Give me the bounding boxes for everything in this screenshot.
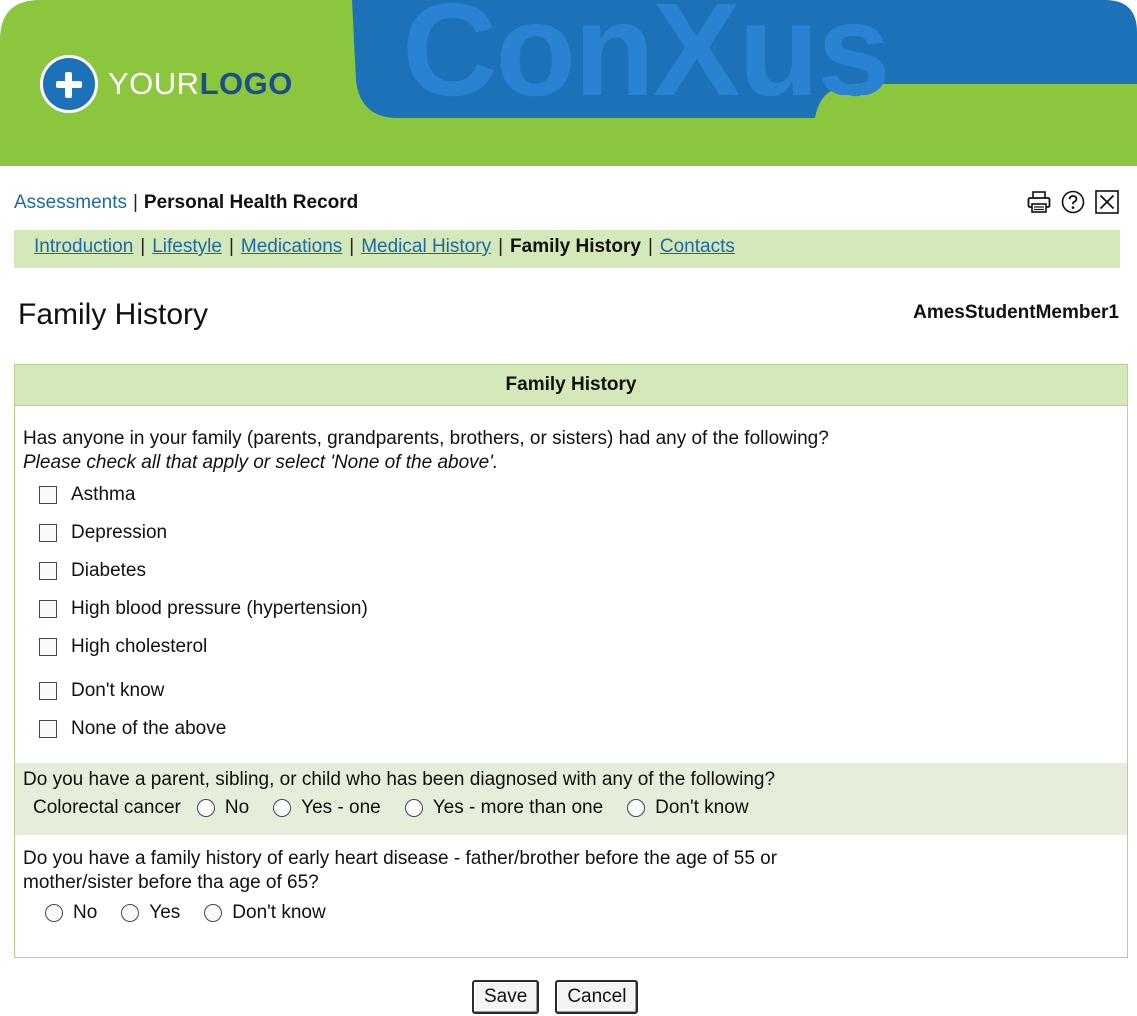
- logo-text-bold: LOGO: [199, 66, 293, 101]
- radio-colorectal-dont-know[interactable]: Don't know: [627, 797, 749, 819]
- question-family-conditions: Has anyone in your family (parents, gran…: [15, 406, 1127, 748]
- page-title: Family History: [18, 298, 209, 331]
- tab-separator: |: [349, 236, 355, 257]
- tab-separator: |: [140, 236, 146, 257]
- tab-separator: |: [228, 236, 234, 257]
- radio-button[interactable]: [196, 799, 215, 817]
- condition-checkbox-list: Asthma Depression Diabetes High blood pr…: [23, 476, 1119, 748]
- tab-contacts[interactable]: Contacts: [660, 236, 735, 257]
- tab-medical-history[interactable]: Medical History: [361, 236, 491, 257]
- checkbox[interactable]: [39, 524, 57, 542]
- checkbox-label: Diabetes: [71, 560, 146, 581]
- checkbox-label: Don't know: [71, 680, 165, 701]
- company-logo: YOURLOGO: [40, 52, 293, 116]
- radio-label: Yes: [149, 902, 181, 923]
- checkbox-depression[interactable]: Depression: [39, 514, 1119, 552]
- checkbox-diabetes[interactable]: Diabetes: [39, 552, 1119, 590]
- question-text: Has anyone in your family (parents, gran…: [23, 428, 829, 449]
- radio-button[interactable]: [404, 799, 423, 817]
- radio-label: Don't know: [655, 797, 749, 818]
- radio-button[interactable]: [121, 904, 140, 922]
- radio-colorectal-yes-one[interactable]: Yes - one: [273, 797, 381, 819]
- logo-text: YOURLOGO: [108, 66, 293, 102]
- question-text: Do you have a parent, sibling, or child …: [23, 769, 776, 790]
- save-button[interactable]: Save: [472, 980, 540, 1014]
- logo-text-prefix: YOUR: [108, 66, 200, 101]
- breadcrumb-assessments-link[interactable]: Assessments: [14, 192, 127, 213]
- member-name: AmesStudentMember1: [913, 302, 1119, 323]
- radio-colorectal-no[interactable]: No: [196, 797, 250, 819]
- checkbox-dont-know[interactable]: Don't know: [39, 672, 1119, 710]
- checkbox-high-cholesterol[interactable]: High cholesterol: [39, 628, 1119, 666]
- header-banner: ConXus DEMONSTRATION YOURLOGO: [0, 0, 1137, 166]
- family-history-form: Family History Has anyone in your family…: [14, 364, 1128, 958]
- radio-row-label: Colorectal cancer: [33, 797, 181, 818]
- radio-button[interactable]: [627, 799, 646, 817]
- question-text-line1: Do you have a family history of early he…: [23, 848, 778, 869]
- checkbox[interactable]: [39, 486, 57, 504]
- tab-family-history: Family History: [510, 236, 641, 257]
- radio-label: No: [224, 797, 250, 818]
- question-hint: Please check all that apply or select 'N…: [23, 452, 499, 473]
- radio-label: No: [73, 902, 98, 923]
- tab-separator: |: [498, 236, 504, 257]
- radio-heart-yes[interactable]: Yes: [121, 901, 180, 925]
- breadcrumb: Assessments | Personal Health Record: [14, 192, 358, 214]
- help-icon[interactable]: [1061, 190, 1085, 214]
- radio-button[interactable]: [204, 904, 223, 922]
- checkbox[interactable]: [39, 562, 57, 580]
- section-tabs: Introduction | Lifestyle | Medications | Medic…: [14, 230, 1120, 268]
- question-colorectal-cancer: Do you have a parent, sibling, or child …: [15, 763, 1127, 835]
- question-text-line2: mother/sister before tha age of 65?: [23, 872, 319, 893]
- checkbox[interactable]: [39, 638, 57, 656]
- checkbox-high-blood-pressure[interactable]: High blood pressure (hypertension): [39, 590, 1119, 628]
- close-icon[interactable]: [1095, 190, 1119, 214]
- plus-logo-icon: [40, 55, 98, 113]
- print-icon[interactable]: [1027, 190, 1051, 214]
- colorectal-radio-group: Colorectal cancer No Yes - one Yes - mor…: [23, 797, 1119, 819]
- checkbox-label: None of the above: [71, 718, 227, 739]
- checkbox-label: Asthma: [71, 484, 136, 505]
- toolbar: [1027, 190, 1119, 214]
- tab-lifestyle[interactable]: Lifestyle: [152, 236, 222, 257]
- tab-medications[interactable]: Medications: [241, 236, 342, 257]
- checkbox-none-of-the-above[interactable]: None of the above: [39, 710, 1119, 748]
- checkbox[interactable]: [39, 682, 57, 700]
- radio-colorectal-yes-more[interactable]: Yes - more than one: [404, 797, 604, 819]
- checkbox[interactable]: [39, 600, 57, 618]
- tab-introduction[interactable]: Introduction: [34, 236, 133, 257]
- checkbox-label: Depression: [71, 522, 168, 543]
- brand-product-watermark: ConXus: [402, 0, 891, 123]
- brand-product-subtitle: DEMONSTRATION: [838, 90, 1086, 122]
- form-header: Family History: [15, 365, 1127, 406]
- heart-disease-radio-group: No Yes Don't know: [23, 901, 1119, 925]
- radio-button[interactable]: [273, 799, 292, 817]
- radio-heart-dont-know[interactable]: Don't know: [204, 901, 326, 925]
- checkbox[interactable]: [39, 720, 57, 738]
- checkbox-label: High cholesterol: [71, 636, 208, 657]
- breadcrumb-current: Personal Health Record: [143, 192, 359, 213]
- checkbox-label: High blood pressure (hypertension): [71, 598, 368, 619]
- radio-button[interactable]: [45, 904, 63, 922]
- radio-label: Yes - one: [301, 797, 381, 818]
- cancel-button[interactable]: Cancel: [555, 980, 639, 1014]
- checkbox-asthma[interactable]: Asthma: [39, 476, 1119, 514]
- radio-label: Yes - more than one: [432, 797, 604, 818]
- radio-label: Don't know: [232, 902, 326, 923]
- tab-separator: |: [647, 236, 653, 257]
- breadcrumb-separator: |: [132, 192, 138, 213]
- form-actions: Save Cancel: [472, 980, 639, 1014]
- question-early-heart-disease: Do you have a family history of early he…: [15, 841, 1127, 925]
- radio-heart-no[interactable]: No: [45, 901, 97, 925]
